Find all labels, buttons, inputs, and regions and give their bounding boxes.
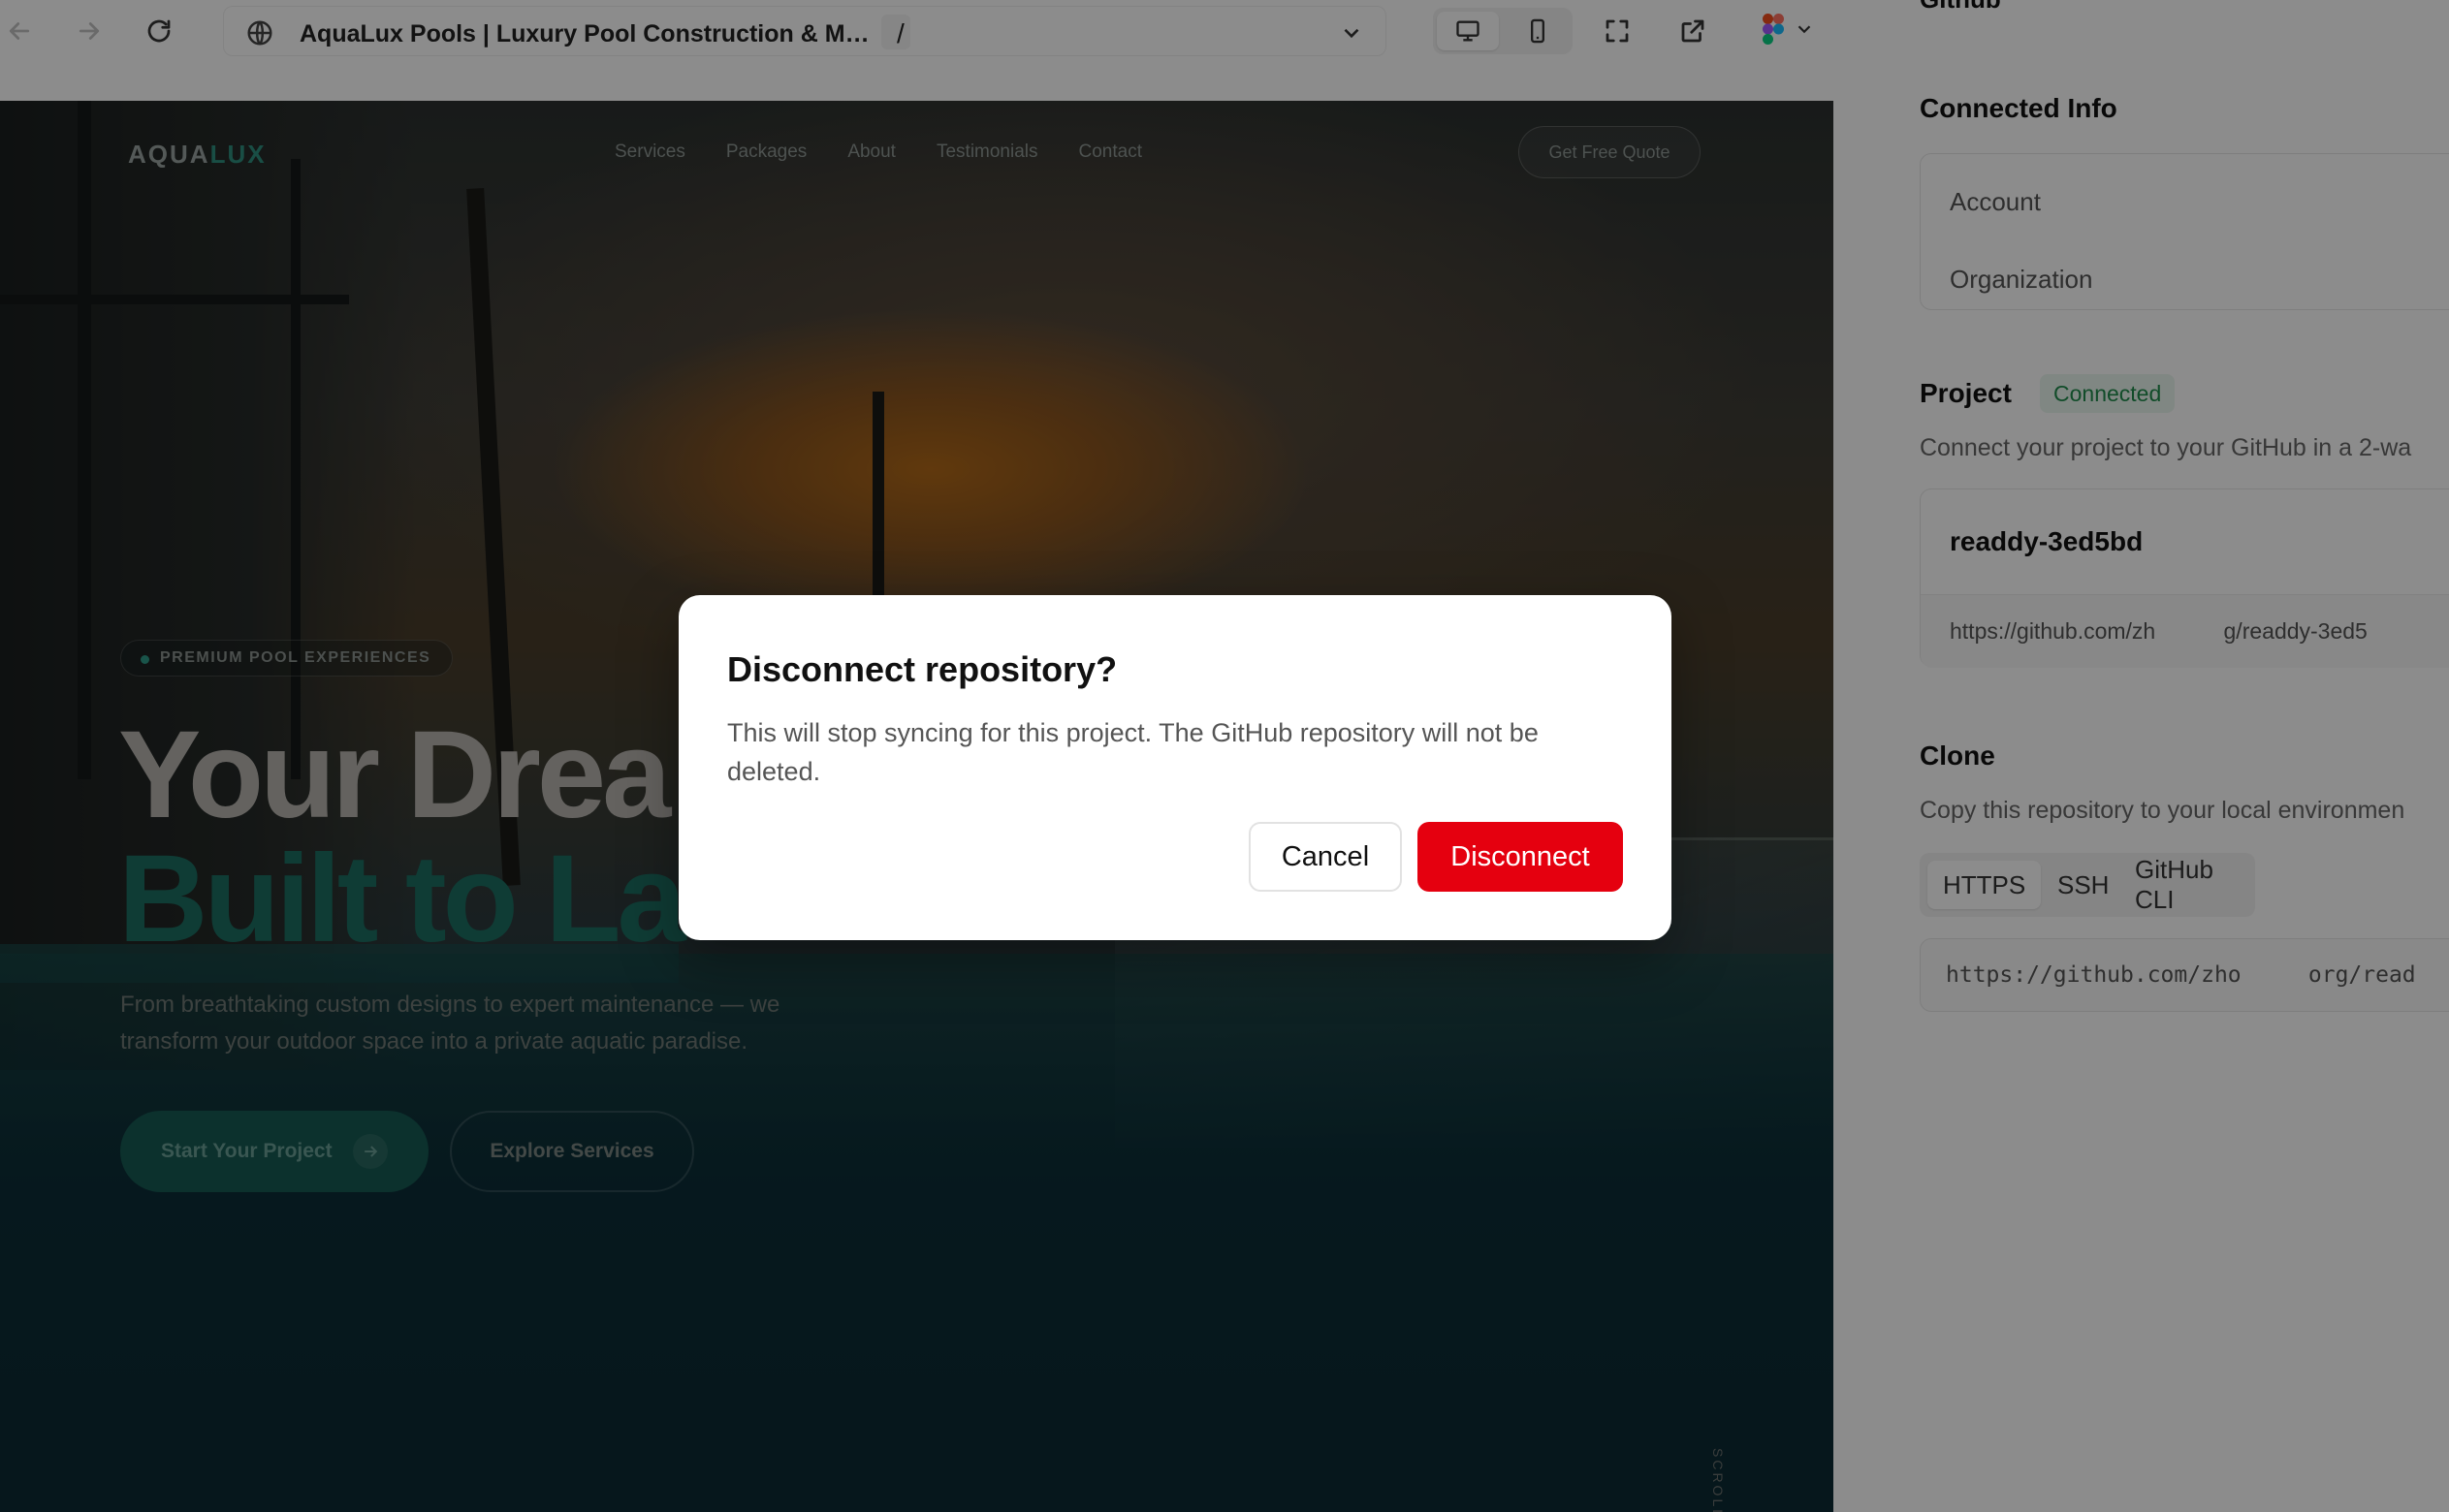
dialog-title: Disconnect repository?: [727, 649, 1118, 689]
disconnect-dialog: Disconnect repository? This will stop sy…: [679, 595, 1671, 940]
panel-backdrop: [1881, 0, 2449, 1512]
disconnect-button[interactable]: Disconnect: [1417, 822, 1623, 892]
dialog-body: This will stop syncing for this project.…: [727, 718, 1539, 786]
cancel-button[interactable]: Cancel: [1249, 822, 1402, 892]
github-panel: Github Connected Info Account Organizati…: [1881, 0, 2449, 1512]
